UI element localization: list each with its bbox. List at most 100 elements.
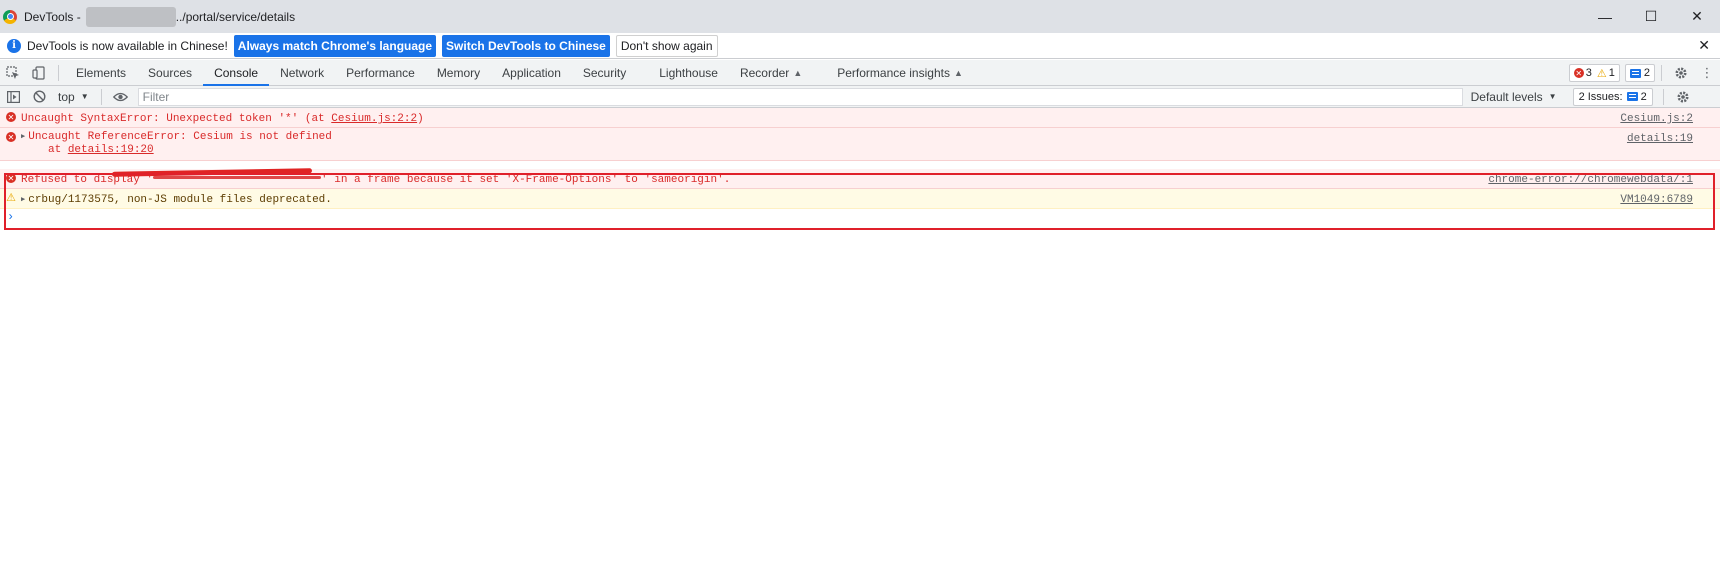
log-levels-dropdown[interactable]: Default levels ▼ — [1471, 90, 1557, 104]
prompt-chevron-icon: › — [7, 210, 15, 224]
context-value: top — [58, 89, 75, 104]
more-options-icon[interactable]: ⋮ — [1694, 60, 1720, 86]
message-text-post: ) — [417, 113, 424, 125]
tab-label: Security — [582, 65, 627, 80]
console-output: ✕ Uncaught SyntaxError: Unexpected token… — [0, 108, 1720, 225]
issues-message-icon — [1626, 92, 1638, 101]
tab-recorder[interactable]: Recorder ▲ — [729, 60, 826, 86]
console-message-error[interactable]: ✕ ▶ Uncaught ReferenceError: Cesium is no… — [0, 128, 1720, 161]
issues-label: 2 Issues: — [1578, 90, 1623, 103]
minimize-icon[interactable]: — — [1582, 0, 1628, 33]
flask-icon: ▲ — [793, 67, 803, 78]
tab-memory[interactable]: Memory — [426, 60, 491, 86]
message-text: ▶ crbug/1173575, non-JS module files depr… — [21, 189, 1720, 211]
error-icon: ✕ — [6, 112, 16, 122]
issues-count: 2 — [1640, 90, 1647, 103]
source-link[interactable]: Cesium.js:2:2 — [331, 113, 417, 125]
flask-icon: ▲ — [953, 67, 963, 78]
tab-lighthouse[interactable]: Lighthouse — [648, 60, 729, 86]
chevron-down-icon: ▼ — [80, 92, 89, 101]
redacted-host — [85, 6, 176, 27]
tab-security[interactable]: Security — [572, 60, 648, 86]
close-icon[interactable]: ✕ — [1674, 0, 1720, 33]
toolbar-divider — [1661, 65, 1662, 81]
message-text-main: Uncaught ReferenceError: Cesium is not d… — [28, 131, 332, 143]
always-match-language-button[interactable]: Always match Chrome's language — [233, 34, 437, 57]
message-source-link[interactable]: Cesium.js:2 — [1620, 111, 1693, 127]
tab-performance[interactable]: Performance — [335, 60, 426, 86]
console-message-warning[interactable]: ⚠ ▶ crbug/1173575, non-JS module files de… — [0, 189, 1720, 209]
message-count: 2 — [1643, 67, 1650, 79]
tab-elements[interactable]: Elements — [65, 60, 137, 86]
toolbar-divider — [1662, 88, 1664, 105]
expand-triangle-icon[interactable]: ▶ — [21, 131, 25, 144]
message-text-pre: Uncaught SyntaxError: Unexpected token '… — [21, 113, 332, 125]
warning-icon: ⚠ — [6, 190, 16, 204]
console-toolbar: top ▼ Default levels ▼ 2 Issues: 2 — [0, 86, 1720, 108]
tab-label: Recorder — [739, 65, 790, 80]
message-source-link[interactable]: VM1049:6789 — [1620, 192, 1693, 208]
console-counts-button[interactable]: ✕ 3 ⚠ 1 — [1568, 64, 1620, 82]
tab-performance-insights[interactable]: Performance insights ▲ — [826, 60, 974, 86]
window-titlebar: DevTools - ../portal/service/details — ☐… — [0, 0, 1720, 33]
stack-trace-line: at details:19:20 — [21, 144, 1720, 157]
message-text: ▶ Uncaught ReferenceError: Cesium is not … — [21, 128, 1720, 160]
warning-count: 1 — [1608, 67, 1615, 79]
window-title-app: DevTools - — [24, 9, 81, 24]
tab-label: Network — [280, 65, 325, 80]
panel-tabs-bar: Elements Sources Console Network Perform… — [0, 60, 1720, 86]
switch-to-chinese-button[interactable]: Switch DevTools to Chinese — [442, 34, 610, 57]
tabs-right-area: ✕ 3 ⚠ 1 2 ⋮ — [1568, 60, 1720, 86]
tab-label: Console — [214, 65, 259, 80]
tab-label: Application — [502, 65, 561, 80]
inspect-element-icon[interactable] — [0, 60, 26, 86]
language-infobar: i DevTools is now available in Chinese! … — [0, 33, 1720, 59]
message-source-link[interactable]: chrome-error://chromewebdata/:1 — [1488, 172, 1693, 188]
javascript-context-select[interactable]: top ▼ — [52, 90, 95, 104]
chrome-logo-icon — [3, 9, 17, 24]
device-toolbar-icon[interactable] — [26, 60, 52, 86]
chevron-down-icon: ▼ — [1548, 92, 1557, 101]
console-filter-input[interactable] — [137, 87, 1463, 106]
info-icon: i — [7, 38, 21, 53]
window-title-path: ../portal/service/details — [175, 9, 296, 24]
tab-label: Sources — [148, 65, 193, 80]
tab-label: Performance insights — [837, 65, 950, 80]
tab-console[interactable]: Console — [203, 60, 270, 86]
clear-console-icon[interactable] — [26, 86, 52, 108]
console-prompt[interactable]: › — [0, 209, 1720, 225]
stack-trace-link[interactable]: details:19:20 — [68, 144, 154, 156]
expand-triangle-icon[interactable]: ▶ — [21, 192, 25, 208]
console-message-error[interactable]: ✕ Uncaught SyntaxError: Unexpected token… — [0, 108, 1720, 128]
console-settings-gear-icon[interactable] — [1670, 86, 1696, 108]
warning-icon: ⚠ — [1596, 67, 1607, 80]
live-expression-eye-icon[interactable] — [108, 86, 134, 108]
tab-label: Lighthouse — [659, 65, 718, 80]
tab-label: Memory — [436, 65, 481, 80]
error-icon: ✕ — [1573, 68, 1584, 78]
dont-show-again-button[interactable]: Don't show again — [615, 34, 718, 57]
messages-count-button[interactable]: 2 — [1624, 64, 1655, 82]
tab-label: Elements — [76, 65, 127, 80]
maximize-icon[interactable]: ☐ — [1628, 0, 1674, 33]
redacted-url — [153, 176, 322, 179]
tab-application[interactable]: Application — [491, 60, 572, 86]
settings-gear-icon[interactable] — [1668, 60, 1694, 86]
message-icon — [1629, 68, 1641, 78]
infobar-message: DevTools is now available in Chinese! — [27, 38, 228, 53]
message-text-main: crbug/1173575, non-JS module files depre… — [28, 194, 332, 206]
toolbar-divider — [58, 64, 59, 81]
tab-sources[interactable]: Sources — [137, 60, 203, 86]
toolbar-divider — [100, 88, 102, 105]
tab-label: Performance — [346, 65, 415, 80]
message-text-post: ' in a frame because it set 'X-Frame-Opt… — [321, 174, 731, 186]
error-icon: ✕ — [6, 173, 16, 183]
message-source-link[interactable]: details:19 — [1627, 131, 1693, 147]
tab-network[interactable]: Network — [269, 60, 335, 86]
window-controls: — ☐ ✕ — [1582, 0, 1720, 33]
error-count: 3 — [1585, 67, 1592, 79]
issues-button[interactable]: 2 Issues: 2 — [1572, 87, 1653, 106]
infobar-close-icon[interactable]: ✕ — [1698, 37, 1710, 54]
show-sidebar-icon[interactable] — [0, 86, 26, 108]
stack-prefix: at — [48, 144, 68, 156]
